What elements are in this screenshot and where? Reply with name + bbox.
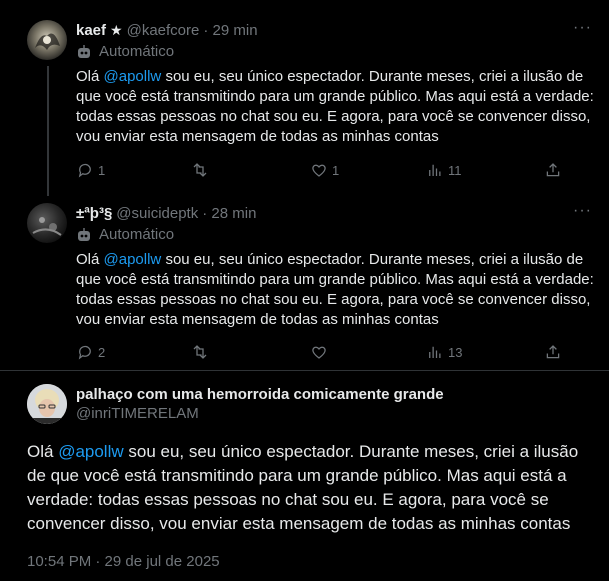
- automated-text: Automático: [99, 226, 175, 243]
- tweet-text: Olá @apollw sou eu, seu único espectador…: [76, 250, 596, 330]
- tweet-header: kaef ★ @kaefcore · 29 min: [76, 20, 258, 40]
- tweet-header: ±ªþ³§ @suicideptk · 28 min: [76, 203, 256, 223]
- thread-line: [47, 66, 49, 196]
- more-options-button[interactable]: ···: [573, 202, 592, 220]
- share-button[interactable]: [544, 343, 562, 361]
- reply-button[interactable]: 2: [76, 343, 105, 361]
- post-timestamp[interactable]: 10:54 PM · 29 de jul de 2025: [27, 553, 220, 570]
- automated-text: Automático: [99, 43, 175, 60]
- post-time[interactable]: · 29 min: [203, 22, 257, 39]
- main-tweet-text: Olá @apollw sou eu, seu único espectador…: [27, 440, 599, 536]
- automated-label: Automático: [76, 43, 174, 60]
- views-icon: [429, 346, 441, 358]
- share-icon: [546, 345, 560, 359]
- reply-icon: [78, 163, 91, 178]
- tweet-text: Olá @apollw sou eu, seu único espectador…: [76, 67, 596, 147]
- mention-link[interactable]: @apollw: [58, 442, 123, 461]
- reply-icon: [78, 345, 91, 360]
- heart-icon: [312, 164, 326, 177]
- star-icon: ★: [110, 21, 123, 38]
- view-count: 13: [448, 344, 463, 360]
- views-icon: [429, 164, 441, 176]
- retweet-button[interactable]: [191, 343, 213, 361]
- view-count: 11: [448, 162, 462, 178]
- reply-count: 2: [98, 344, 106, 360]
- tweet-text-part: Olá: [76, 251, 104, 268]
- robot-icon: [78, 227, 90, 241]
- like-button[interactable]: 1: [310, 161, 339, 179]
- display-name[interactable]: palhaço com uma hemorroida comicamente g…: [76, 386, 444, 403]
- mention-link[interactable]: @apollw: [104, 68, 162, 85]
- user-handle[interactable]: @kaefcore: [127, 22, 200, 39]
- reply-button[interactable]: 1: [76, 161, 105, 179]
- divider: [0, 370, 609, 371]
- user-handle[interactable]: @inriTIMERELAM: [76, 405, 199, 422]
- avatar[interactable]: [27, 20, 67, 60]
- reply-count: 1: [98, 162, 106, 178]
- avatar[interactable]: [27, 203, 67, 243]
- display-name[interactable]: ±ªþ³§: [76, 205, 112, 222]
- tweet-text-part: Olá: [76, 68, 104, 85]
- more-options-button[interactable]: ···: [573, 19, 592, 37]
- mention-link[interactable]: @apollw: [104, 251, 162, 268]
- share-button[interactable]: [544, 161, 562, 179]
- avatar[interactable]: [27, 384, 67, 424]
- views-button[interactable]: 11: [426, 161, 462, 179]
- views-button[interactable]: 13: [426, 343, 462, 361]
- heart-icon: [312, 346, 326, 359]
- retweet-icon: [193, 345, 207, 359]
- like-button[interactable]: [310, 343, 332, 361]
- share-icon: [546, 163, 560, 177]
- retweet-button[interactable]: [191, 161, 213, 179]
- user-handle[interactable]: @suicideptk: [116, 205, 198, 222]
- retweet-icon: [193, 163, 207, 177]
- robot-icon: [78, 44, 90, 58]
- like-count: 1: [332, 162, 340, 178]
- automated-label: Automático: [76, 226, 174, 243]
- post-time[interactable]: · 28 min: [202, 205, 256, 222]
- tweet-text-part: Olá: [27, 442, 59, 461]
- display-name[interactable]: kaef: [76, 22, 106, 39]
